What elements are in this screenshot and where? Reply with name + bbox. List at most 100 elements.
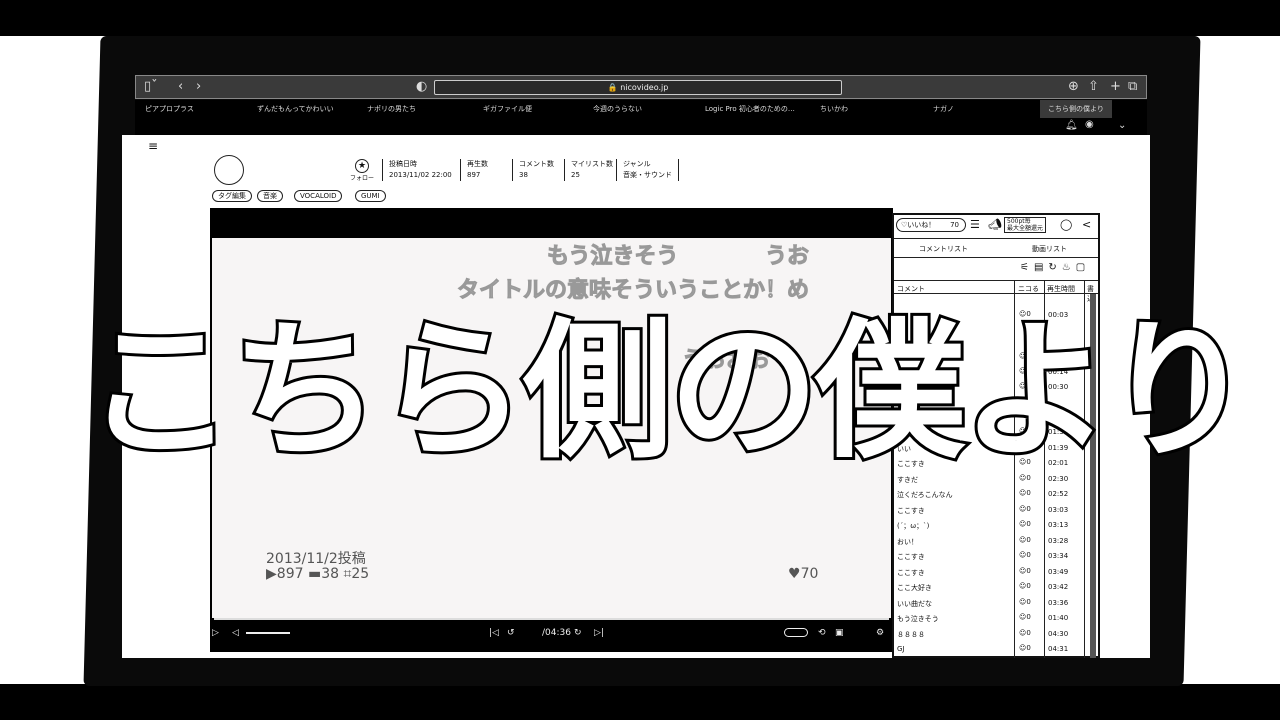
comment-row[interactable]: ここすき ☺0 03:34 (894, 549, 1098, 565)
chevron-down-icon[interactable]: ⌄ (1118, 120, 1126, 131)
like-button[interactable]: ♡いいね！ 70 (896, 218, 966, 232)
settings-icon[interactable]: ⚙ (876, 628, 884, 638)
tag-edit-button[interactable]: タグ編集 (212, 190, 252, 202)
comment-time: 03:42 (1048, 583, 1069, 591)
overlay-title: こちら側の僕より (82, 302, 1257, 482)
comment-time: 04:30 (1048, 630, 1069, 638)
stat-genre: ジャンル 音楽・サウンド (616, 159, 679, 181)
twitter-icon[interactable]: ◯ (1060, 218, 1072, 231)
browser-toolbar: ▯ˇ ‹ › ◐ 🔒 nicovideo.jp ⊕ ⇧ + ⧉ (135, 75, 1147, 99)
follow-button[interactable]: ★ フォロー (350, 159, 374, 182)
bell-icon[interactable]: 🔔︎ (1065, 120, 1078, 131)
bookmark[interactable]: ピアプロプラス (145, 104, 194, 114)
letterbox-top (0, 0, 1280, 36)
comment-text: ここすき (897, 569, 925, 577)
nicoru-button[interactable]: ☺0 (1019, 629, 1031, 637)
nicoru-button[interactable]: ☺0 (1019, 505, 1031, 513)
tabs-icon[interactable]: ⧉ (1128, 79, 1137, 94)
comment-text: いい曲だな (897, 600, 932, 608)
comment-row[interactable]: ここすき ☺0 03:03 (894, 503, 1098, 519)
tab-video-list[interactable]: 動画リスト (1032, 244, 1067, 254)
megaphone-icon[interactable]: 📣︎ (988, 218, 1002, 231)
comment-text: ここすき (897, 553, 925, 561)
nicoru-button[interactable]: ☺0 (1019, 644, 1031, 652)
bookmark-active[interactable]: こちら側の僕より (1040, 100, 1112, 118)
tag[interactable]: 音楽 (257, 190, 283, 202)
comment-text: 泣くだろこんなん (897, 491, 953, 499)
menu-icon[interactable]: ≡ (148, 139, 158, 153)
comment-row[interactable]: GJ ☺0 04:31 (894, 642, 1098, 658)
comment-row[interactable]: (´；ω；`) ☺0 03:13 (894, 518, 1098, 534)
player-controls: ▷ ◁ |◁ ↺ /04:36 ↻ ▷| ⟲ ▣ ⚙ (212, 616, 891, 650)
url-text: nicovideo.jp (620, 83, 669, 92)
comment-row[interactable]: ここ大好き ☺0 03:42 (894, 580, 1098, 596)
download-icon[interactable]: ⊕ (1068, 79, 1079, 94)
comment-text: ８８８８ (897, 631, 925, 639)
nicoru-button[interactable]: ☺0 (1019, 598, 1031, 606)
bookmark[interactable]: 今週のうらない (593, 104, 642, 114)
nicoru-button[interactable]: ☺0 (1019, 551, 1031, 559)
tag[interactable]: GUMI (355, 190, 386, 202)
next-icon[interactable]: ▷| (594, 628, 604, 638)
uploader-avatar[interactable] (214, 155, 244, 185)
play-icon[interactable]: ▷ (212, 628, 219, 638)
comment-row[interactable]: おい！ ☺0 03:28 (894, 534, 1098, 550)
comment-text: おい！ (897, 538, 918, 546)
comment-time: 03:34 (1048, 552, 1069, 560)
comment-time: 03:28 (1048, 537, 1069, 545)
rewind-icon[interactable]: ↺ (507, 628, 515, 638)
loop-icon[interactable]: ⟲ (818, 628, 826, 638)
share-icon[interactable]: < (1082, 218, 1091, 231)
back-icon[interactable]: ‹ (178, 79, 183, 94)
nicoru-button[interactable]: ☺0 (1019, 613, 1031, 621)
comment-row[interactable]: ８８８８ ☺0 04:30 (894, 627, 1098, 643)
like-count: ♥70 (788, 566, 819, 582)
comment-time: 04:31 (1048, 645, 1069, 653)
comment-text: ここ大好き (897, 584, 932, 592)
new-tab-icon[interactable]: + (1110, 79, 1121, 94)
bookmark[interactable]: Logic Pro 初心者のための… (705, 104, 795, 114)
star-icon: ★ (355, 159, 369, 173)
bookmark[interactable]: ナポリの男たち (367, 104, 416, 114)
nicoru-button[interactable]: ☺0 (1019, 520, 1031, 528)
comment-row[interactable]: ここすき ☺0 03:49 (894, 565, 1098, 581)
add-mylist-icon[interactable]: ☰ (970, 218, 980, 231)
bookmark[interactable]: ちいかわ (820, 104, 848, 114)
comment-row[interactable]: もう泣きそう ☺0 01:40 (894, 611, 1098, 627)
bookmarks-bar: ピアプロプラス ずんだもんってかわいい ナポリの男たち ギガファイル便 今週のう… (135, 100, 1147, 118)
comment-time: 01:40 (1048, 614, 1069, 622)
share-icon[interactable]: ⇧ (1088, 79, 1099, 94)
nicoru-button[interactable]: ☺0 (1019, 567, 1031, 575)
bookmark[interactable]: ナガノ (933, 104, 954, 114)
nicoru-button[interactable]: ☺0 (1019, 489, 1031, 497)
posted-date: 2013/11/2投稿 (266, 551, 366, 567)
ad-badge[interactable]: 500pt毎 最大全額還元 (1004, 217, 1047, 233)
address-bar[interactable]: 🔒 nicovideo.jp (434, 80, 842, 95)
comment-row[interactable]: いい曲だな ☺0 03:36 (894, 596, 1098, 612)
comment-row[interactable]: 泣くだろこんなん ☺0 02:52 (894, 487, 1098, 503)
stat-views: 再生数 897 (460, 159, 488, 181)
tab-comment-list[interactable]: コメントリスト (919, 244, 968, 254)
comment-toggle[interactable] (784, 628, 808, 637)
volume-slider[interactable] (246, 632, 290, 634)
forward-icon[interactable]: › (196, 79, 201, 94)
nicoru-button[interactable]: ☺0 (1019, 536, 1031, 544)
comment-time: 03:13 (1048, 521, 1069, 529)
bookmark[interactable]: ずんだもんってかわいい (257, 104, 334, 114)
comment-icon[interactable]: ▣ (835, 628, 844, 638)
sidebar-icon[interactable]: ▯ˇ (144, 79, 158, 94)
forward-skip-icon[interactable]: ↻ (574, 628, 582, 638)
user-avatar-icon[interactable]: ◉ (1085, 119, 1094, 130)
prev-icon[interactable]: |◁ (489, 628, 499, 638)
tag[interactable]: VOCALOID (294, 190, 343, 202)
comment-text: ここすき (897, 507, 925, 515)
volume-icon[interactable]: ◁ (232, 628, 239, 638)
comment-text: GJ (897, 645, 905, 653)
video-counts: ▶897 ▬38 ⌗25 (266, 566, 370, 582)
nicoru-button[interactable]: ☺0 (1019, 582, 1031, 590)
bookmark[interactable]: ギガファイル便 (483, 104, 532, 114)
danmaku-comment: もう泣きそう (546, 244, 679, 270)
seek-bar[interactable] (214, 618, 889, 620)
stat-posted: 投稿日時 2013/11/02 22:00 (382, 159, 452, 181)
site-header: 🔔︎ ◉ ⌄ (135, 118, 1147, 135)
